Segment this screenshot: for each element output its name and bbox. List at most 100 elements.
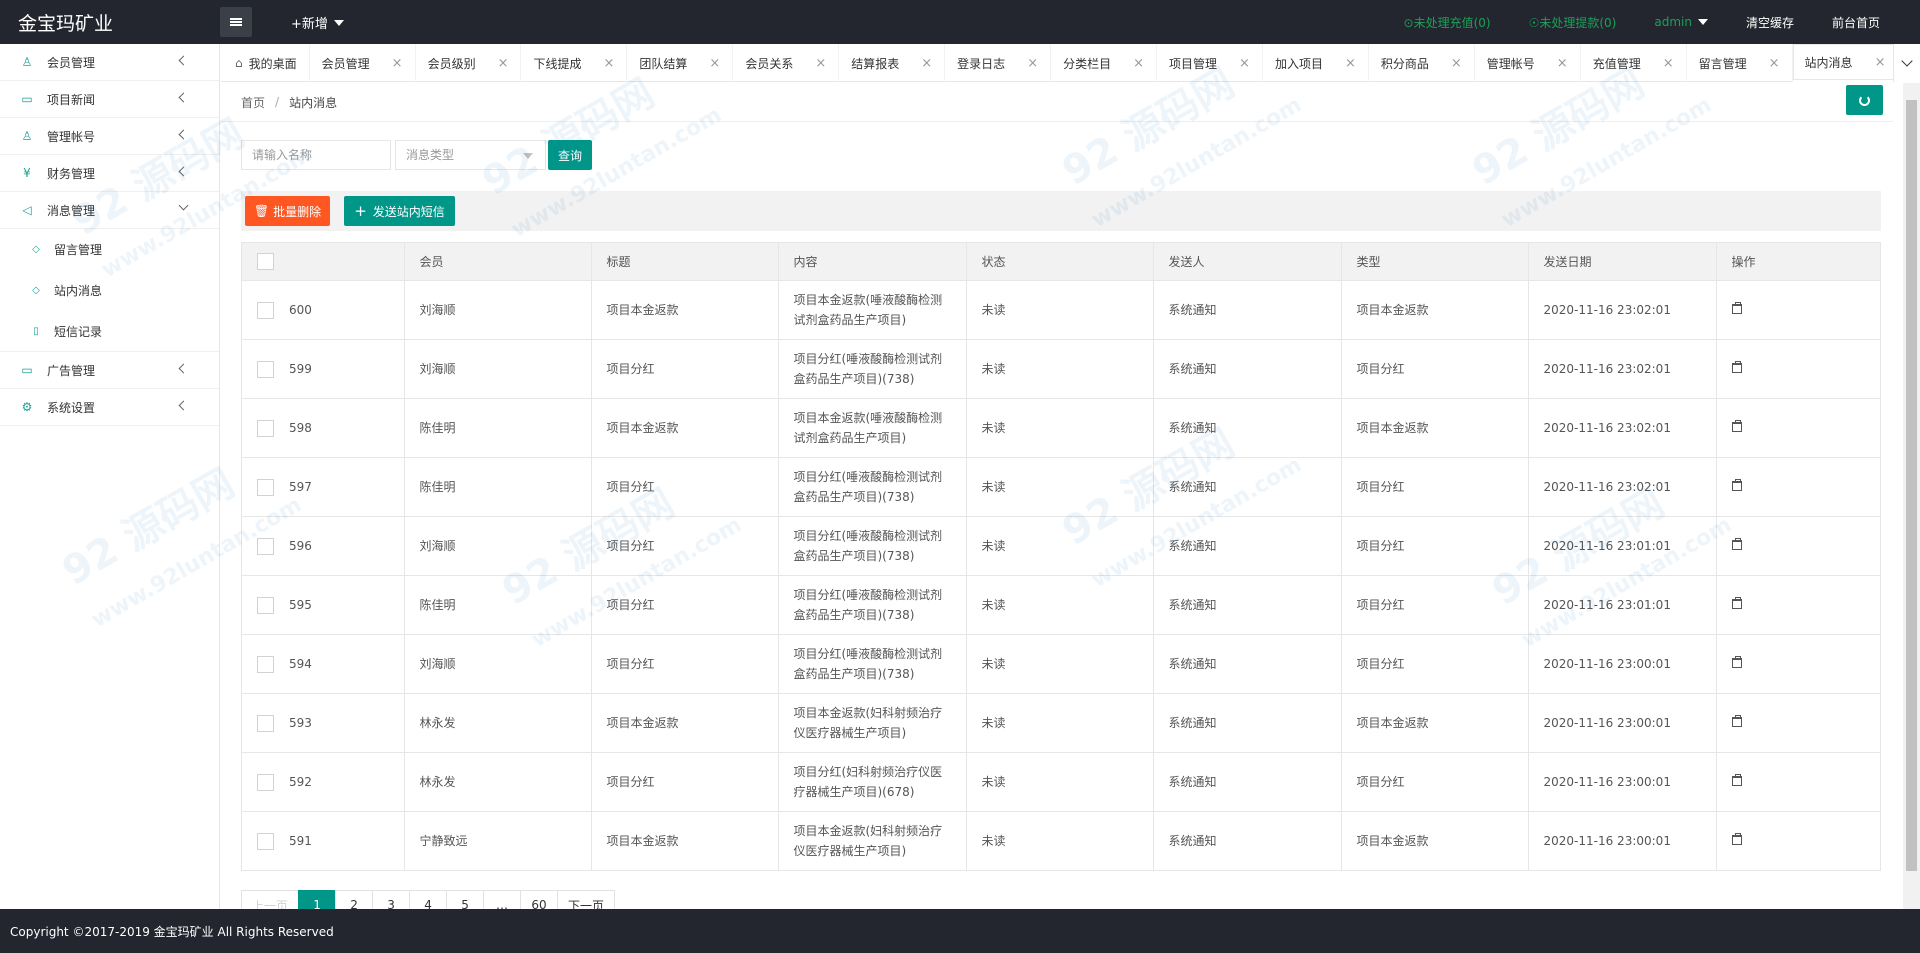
close-icon[interactable]: × (1769, 56, 1780, 71)
breadcrumb-home[interactable]: 首页 (241, 94, 265, 111)
chevron-left-icon (178, 129, 189, 140)
admin-dropdown[interactable]: admin (1654, 15, 1708, 29)
delete-icon[interactable] (1731, 302, 1742, 314)
row-checkbox[interactable] (257, 361, 274, 378)
cell-date: 2020-11-16 23:00:01 (1527, 693, 1717, 753)
sidebar-item-label: 财务管理 (47, 166, 96, 181)
frontend-home-link[interactable]: 前台首页 (1832, 14, 1880, 31)
row-checkbox[interactable] (257, 656, 274, 673)
tab-join-project[interactable]: 加入项目 × (1263, 44, 1369, 82)
clear-cache-link[interactable]: 清空缓存 (1746, 14, 1794, 31)
delete-icon[interactable] (1731, 833, 1742, 845)
cell-title: 项目分红 (590, 634, 779, 694)
tab-admin-accounts[interactable]: 管理帐号 × (1475, 44, 1581, 82)
row-checkbox[interactable] (257, 538, 274, 555)
tab-projects[interactable]: 项目管理 × (1157, 44, 1263, 82)
delete-icon[interactable] (1731, 597, 1742, 609)
row-checkbox[interactable] (257, 715, 274, 732)
close-icon[interactable]: × (1451, 56, 1462, 71)
scrollbar-thumb[interactable] (1906, 100, 1917, 871)
select-all-checkbox[interactable] (257, 253, 274, 270)
sidebar-subitem-sms-records[interactable]: ▯ 短信记录 (0, 311, 219, 352)
close-icon[interactable]: × (392, 56, 403, 71)
tab-site-messages[interactable]: 站内消息 × (1792, 44, 1899, 82)
search-button[interactable]: 查询 (548, 140, 592, 170)
cell-type: 项目分红 (1340, 752, 1529, 812)
sidebar-subitem-site-messages[interactable]: ◇ 站内消息 (0, 270, 219, 311)
sidebar-item-news[interactable]: ▭ 项目新闻 (0, 81, 219, 118)
sidebar-item-settings[interactable]: ⚙ 系统设置 (0, 389, 219, 426)
sidebar-item-ads[interactable]: ▭ 广告管理 (0, 352, 219, 389)
tab-points-goods[interactable]: 积分商品 × (1369, 44, 1475, 82)
tab-commission[interactable]: 下线提成 × (521, 44, 628, 82)
row-checkbox[interactable] (257, 302, 274, 319)
tab-login-log[interactable]: 登录日志 × (945, 44, 1052, 82)
cell-date: 2020-11-16 23:00:01 (1527, 752, 1717, 812)
sidebar-subitem-comments[interactable]: ◇ 留言管理 (0, 229, 219, 270)
delete-icon[interactable] (1731, 538, 1742, 550)
pending-withdraw-link[interactable]: ☉未处理提款(0) (1529, 14, 1617, 31)
batch-delete-button[interactable]: 🗑 批量删除 (245, 196, 330, 226)
home-icon: ⌂ (235, 56, 243, 70)
tab-team-settlement[interactable]: 团队结算 × (627, 44, 734, 82)
close-icon[interactable]: × (498, 56, 509, 71)
sidebar-item-messages[interactable]: ◁ 消息管理 (0, 192, 219, 229)
close-icon[interactable]: × (815, 56, 826, 71)
tab-settlement-report[interactable]: 结算报表 × (839, 44, 946, 82)
close-icon[interactable]: × (709, 56, 720, 71)
app-logo[interactable]: 金宝玛矿业 (18, 9, 113, 36)
message-panel: 请输入名称 消息类型 查询 🗑 批量删除 + 发送站内短信 会员 标题 内容 状态 … (221, 122, 1893, 920)
col-member: 会员 (403, 242, 592, 281)
row-select-cell (241, 280, 274, 340)
sidebar-item-members[interactable]: ♙ 会员管理 (0, 44, 219, 81)
table-row: 596 刘海顺 项目分红 项目分红(唾液酸酶检测试剂 盒药品生产项目)(738) 未读 系统… (241, 516, 1881, 576)
delete-icon[interactable] (1731, 479, 1742, 491)
vertical-scrollbar[interactable] (1903, 83, 1920, 909)
delete-icon[interactable] (1731, 420, 1742, 432)
close-icon[interactable]: × (1875, 55, 1886, 70)
cell-content: 项目本金返款(唾液酸酶检测 试剂盒药品生产项目) (777, 280, 967, 340)
sidebar-item-accounts[interactable]: ♙ 管理帐号 (0, 118, 219, 155)
content-line-2: 仪医疗器械生产项目) (793, 726, 907, 740)
delete-icon[interactable] (1731, 656, 1742, 668)
pending-recharge-link[interactable]: ⊙未处理充值(0) (1404, 14, 1491, 31)
row-checkbox[interactable] (257, 774, 274, 791)
cell-member: 陈佳明 (403, 457, 592, 517)
tab-member-relations[interactable]: 会员关系 × (733, 44, 840, 82)
close-icon[interactable]: × (604, 56, 615, 71)
close-icon[interactable]: × (921, 56, 932, 71)
refresh-button[interactable] (1846, 85, 1883, 115)
cell-content: 项目本金返款(唾液酸酶检测 试剂盒药品生产项目) (777, 398, 967, 458)
search-input[interactable]: 请输入名称 (241, 140, 391, 170)
row-checkbox[interactable] (257, 420, 274, 437)
message-type-select[interactable]: 消息类型 (395, 140, 546, 170)
menu-toggle-button[interactable] (220, 7, 252, 37)
row-checkbox[interactable] (257, 479, 274, 496)
close-icon[interactable]: × (1027, 56, 1038, 71)
tab-categories[interactable]: 分类栏目 × (1051, 44, 1158, 82)
delete-icon[interactable] (1731, 774, 1742, 786)
tab-members[interactable]: 会员管理 × (310, 44, 416, 82)
comment-icon: ◇ (32, 244, 40, 255)
tab-member-levels[interactable]: 会员级别 × (416, 44, 522, 82)
close-icon[interactable]: × (1663, 56, 1674, 71)
cell-sender: 系统通知 (1152, 693, 1342, 753)
delete-icon[interactable] (1731, 361, 1742, 373)
close-icon[interactable]: × (1133, 56, 1144, 71)
tab-desktop[interactable]: ⌂ 我的桌面 (221, 44, 310, 82)
new-dropdown[interactable]: +新增 (291, 13, 344, 32)
content-line-1: 项目本金返款(妇科射频治疗 (793, 706, 943, 720)
tab-recharge[interactable]: 充值管理 × (1581, 44, 1687, 82)
row-checkbox[interactable] (257, 597, 274, 614)
row-checkbox[interactable] (257, 833, 274, 850)
close-icon[interactable]: × (1557, 56, 1568, 71)
close-icon[interactable]: × (1239, 56, 1250, 71)
send-message-button[interactable]: + 发送站内短信 (344, 196, 455, 226)
cell-content: 项目分红(唾液酸酶检测试剂 盒药品生产项目)(738) (777, 457, 967, 517)
sidebar-item-finance[interactable]: ¥ 财务管理 (0, 155, 219, 192)
delete-icon[interactable] (1731, 715, 1742, 727)
tab-comments[interactable]: 留言管理 × (1687, 44, 1793, 82)
tabs-more-button[interactable] (1893, 44, 1920, 82)
row-select-cell (241, 752, 274, 812)
close-icon[interactable]: × (1345, 56, 1356, 71)
